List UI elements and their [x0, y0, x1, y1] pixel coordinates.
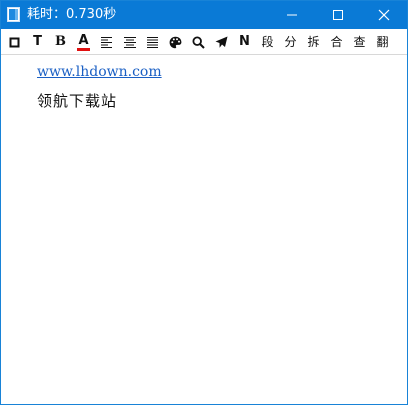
align-justify-icon — [147, 37, 158, 48]
app-window: 耗时：0.730秒 T B A N 段 分 拆 合 查 翻 www.lhdown… — [0, 0, 408, 405]
app-icon — [7, 7, 20, 22]
search-button[interactable] — [189, 32, 208, 52]
font-color-button[interactable]: A — [74, 32, 93, 52]
website-link[interactable]: www.lhdown.com — [37, 64, 162, 80]
palette-button[interactable] — [166, 32, 185, 52]
normal-style-label: N — [239, 34, 250, 49]
paragraph-button[interactable]: 段 — [258, 32, 277, 52]
break-apart-button[interactable]: 拆 — [304, 32, 323, 52]
bold-label: B — [55, 34, 66, 49]
send-icon — [215, 36, 228, 48]
text-format-label: T — [33, 34, 42, 49]
toolbar: T B A N 段 分 拆 合 查 翻 — [1, 30, 407, 55]
align-center-icon — [123, 37, 136, 48]
search-icon — [192, 35, 205, 49]
paragraph-label: 段 — [261, 35, 274, 49]
normal-style-button[interactable]: N — [235, 32, 254, 52]
box-border-button[interactable] — [5, 32, 24, 52]
align-left-button[interactable] — [97, 32, 116, 52]
align-left-icon — [101, 37, 112, 48]
align-center-button[interactable] — [120, 32, 139, 52]
lookup-label: 查 — [353, 35, 366, 49]
maximize-icon — [333, 10, 343, 20]
close-button[interactable] — [361, 1, 407, 29]
window-title: 耗时：0.730秒 — [27, 7, 117, 22]
text-editor-area[interactable]: www.lhdown.com 领航下载站 — [1, 55, 407, 404]
translate-label: 翻 — [376, 35, 389, 49]
split-button[interactable]: 分 — [281, 32, 300, 52]
split-label: 分 — [284, 35, 297, 49]
align-justify-button[interactable] — [143, 32, 162, 52]
title-bar[interactable]: 耗时：0.730秒 — [1, 1, 407, 29]
translate-button[interactable]: 翻 — [373, 32, 392, 52]
bold-button[interactable]: B — [51, 32, 70, 52]
send-button[interactable] — [212, 32, 231, 52]
content-text: 领航下载站 — [37, 92, 118, 110]
square-icon — [9, 37, 20, 47]
minimize-button[interactable] — [269, 1, 315, 29]
palette-icon — [169, 36, 182, 48]
close-icon — [378, 9, 390, 21]
break-apart-label: 拆 — [307, 35, 320, 49]
maximize-button[interactable] — [315, 1, 361, 29]
merge-button[interactable]: 合 — [327, 32, 346, 52]
font-color-label: A — [78, 33, 89, 48]
merge-label: 合 — [330, 35, 343, 49]
lookup-button[interactable]: 查 — [350, 32, 369, 52]
minimize-icon — [287, 14, 297, 16]
text-format-button[interactable]: T — [28, 32, 47, 52]
font-color-swatch — [77, 48, 90, 51]
